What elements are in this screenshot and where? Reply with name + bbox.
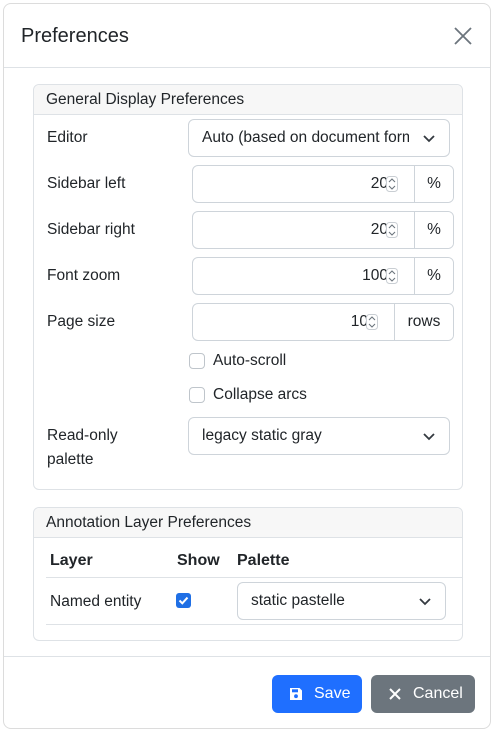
checkmark-icon: [178, 596, 189, 605]
layer-palette-select[interactable]: static pastelle: [237, 582, 446, 620]
annotation-layer-legend: Annotation Layer Preferences: [34, 508, 462, 538]
chevron-down-icon: [419, 598, 431, 606]
sidebar-right-group: 20 %: [192, 211, 454, 249]
readonly-palette-select[interactable]: legacy static gray: [188, 417, 450, 455]
dialog-footer: Save Cancel: [4, 656, 490, 729]
show-layer-checkbox[interactable]: [176, 593, 191, 608]
general-display-fieldset: General Display Preferences Editor Auto …: [33, 84, 463, 490]
auto-scroll-checkbox[interactable]: [189, 353, 205, 369]
page-size-label: Page size: [47, 313, 116, 330]
page-size-group: 10 rows: [192, 303, 454, 341]
sidebar-left-group: 20 %: [192, 165, 454, 203]
auto-scroll-label: Auto-scroll: [213, 352, 287, 369]
editor-select-value: Auto (based on document format): [202, 129, 409, 146]
save-button[interactable]: Save: [272, 675, 362, 713]
cancel-button-label: Cancel: [413, 685, 463, 702]
sidebar-right-unit: %: [414, 212, 453, 248]
chevron-down-icon: [423, 135, 435, 143]
layer-palette-value: static pastelle: [251, 592, 345, 609]
dialog-header: Preferences: [4, 4, 490, 68]
cancel-button[interactable]: Cancel: [371, 675, 475, 713]
collapse-arcs-label: Collapse arcs: [213, 386, 307, 403]
editor-select[interactable]: Auto (based on document format): [188, 119, 450, 157]
dialog-title: Preferences: [21, 25, 129, 47]
font-zoom-group: 100 %: [192, 257, 454, 295]
spinner-icon[interactable]: [386, 268, 398, 284]
font-zoom-label: Font zoom: [47, 267, 121, 284]
sidebar-right-input[interactable]: 20: [193, 212, 416, 248]
readonly-palette-label-line1: Read-only: [47, 427, 118, 444]
sidebar-left-unit: %: [414, 166, 453, 202]
save-button-label: Save: [314, 685, 351, 702]
font-zoom-input[interactable]: 100: [193, 258, 416, 294]
sidebar-left-label: Sidebar left: [47, 175, 126, 192]
spinner-icon[interactable]: [386, 222, 398, 238]
x-icon: [389, 688, 401, 700]
sidebar-right-label: Sidebar right: [47, 221, 135, 238]
spinner-icon[interactable]: [386, 176, 398, 192]
editor-label: Editor: [47, 129, 88, 146]
sidebar-left-input[interactable]: 20: [193, 166, 416, 202]
general-display-legend: General Display Preferences: [34, 85, 462, 115]
preferences-dialog: Preferences General Display Preferences …: [3, 3, 491, 729]
column-header-layer: Layer: [50, 552, 93, 569]
annotation-layer-fieldset: Annotation Layer Preferences Layer Show …: [33, 507, 463, 641]
readonly-palette-value: legacy static gray: [202, 427, 322, 444]
chevron-down-icon: [423, 433, 435, 441]
column-header-palette: Palette: [237, 552, 290, 569]
layer-name: Named entity: [50, 593, 142, 610]
close-icon: [454, 27, 472, 45]
collapse-arcs-checkbox[interactable]: [189, 387, 205, 403]
floppy-disk-icon: [290, 688, 302, 700]
table-row-divider: [46, 624, 462, 625]
spinner-icon[interactable]: [366, 314, 378, 330]
readonly-palette-label-line2: palette: [47, 451, 94, 468]
table-header-divider: [46, 577, 462, 578]
column-header-show: Show: [177, 552, 220, 569]
page-size-unit: rows: [394, 304, 453, 340]
close-button[interactable]: [452, 25, 474, 47]
font-zoom-unit: %: [414, 258, 453, 294]
